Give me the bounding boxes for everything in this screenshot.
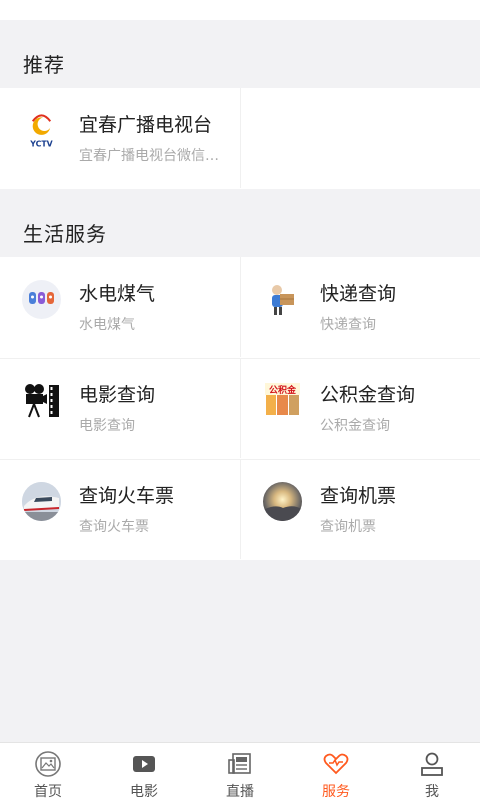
row-divider bbox=[0, 358, 240, 359]
status-area bbox=[0, 0, 480, 20]
tab-home[interactable]: 首页 bbox=[0, 743, 96, 800]
item-title: 水电煤气 bbox=[79, 283, 156, 305]
heart-icon bbox=[322, 751, 350, 777]
service-item-flight[interactable]: 查询机票 查询机票 bbox=[240, 459, 480, 559]
service-item-courier[interactable]: 快递查询 快递查询 bbox=[240, 257, 480, 357]
tab-me[interactable]: 我 bbox=[384, 743, 480, 800]
train-icon bbox=[22, 482, 61, 521]
recommend-empty-cell bbox=[240, 88, 480, 188]
tab-label: 服务 bbox=[322, 784, 350, 800]
service-item-movie[interactable]: 电影查询 电影查询 bbox=[0, 358, 240, 458]
tab-label: 电影 bbox=[130, 784, 158, 800]
life-grid: 水电煤气 水电煤气 快递查询 快递查询 电影查询 电影查询 公积金 公积金查询 … bbox=[0, 257, 480, 560]
item-title: 公积金查询 bbox=[320, 384, 416, 406]
tab-label: 首页 bbox=[34, 784, 62, 800]
row-divider bbox=[241, 459, 480, 460]
utilities-icon bbox=[22, 280, 61, 319]
recommend-grid: YCTV 宜春广播电视台 宜春广播电视台微信公众号 bbox=[0, 88, 480, 189]
user-icon bbox=[418, 751, 446, 777]
film-camera-icon bbox=[22, 381, 61, 420]
section-header-life: 生活服务 bbox=[0, 189, 480, 257]
item-subtitle: 宜春广播电视台微信公众号 bbox=[79, 148, 229, 164]
service-item-utilities[interactable]: 水电煤气 水电煤气 bbox=[0, 257, 240, 357]
item-title: 查询机票 bbox=[320, 485, 397, 507]
service-item-train[interactable]: 查询火车票 查询火车票 bbox=[0, 459, 240, 559]
tab-label: 直播 bbox=[226, 784, 254, 800]
tab-services[interactable]: 服务 bbox=[288, 743, 384, 800]
item-subtitle: 水电煤气 bbox=[79, 317, 135, 333]
item-subtitle: 快递查询 bbox=[320, 317, 376, 333]
courier-icon bbox=[263, 280, 302, 319]
bottom-tab-bar: 首页 电影 直播 服务 我 bbox=[0, 742, 480, 800]
yctv-logo-icon: YCTV bbox=[22, 111, 61, 150]
flight-icon bbox=[263, 482, 302, 521]
item-title: 查询火车票 bbox=[79, 485, 175, 507]
tab-live[interactable]: 直播 bbox=[192, 743, 288, 800]
svg-text:YCTV: YCTV bbox=[29, 139, 52, 148]
item-subtitle: 查询火车票 bbox=[79, 519, 149, 535]
item-title: 电影查询 bbox=[79, 384, 156, 406]
row-divider bbox=[0, 459, 240, 460]
item-title: 宜春广播电视台 bbox=[79, 114, 213, 136]
service-item-housing-fund[interactable]: 公积金 公积金查询 公积金查询 bbox=[240, 358, 480, 458]
recommend-item-yctv[interactable]: YCTV 宜春广播电视台 宜春广播电视台微信公众号 bbox=[0, 88, 240, 188]
housing-fund-icon: 公积金 bbox=[263, 381, 302, 420]
item-subtitle: 公积金查询 bbox=[320, 418, 390, 434]
section-title-life: 生活服务 bbox=[23, 222, 107, 246]
row-divider bbox=[241, 358, 480, 359]
section-title-recommend: 推荐 bbox=[23, 53, 65, 77]
item-subtitle: 电影查询 bbox=[79, 418, 135, 434]
tab-movies[interactable]: 电影 bbox=[96, 743, 192, 800]
item-subtitle: 查询机票 bbox=[320, 519, 376, 535]
svg-text:公积金: 公积金 bbox=[269, 384, 297, 396]
picture-icon bbox=[34, 751, 62, 777]
play-icon bbox=[130, 751, 158, 777]
tab-label: 我 bbox=[425, 784, 439, 800]
section-header-recommend: 推荐 bbox=[0, 20, 480, 88]
item-title: 快递查询 bbox=[320, 283, 397, 305]
newspaper-icon bbox=[226, 751, 254, 777]
